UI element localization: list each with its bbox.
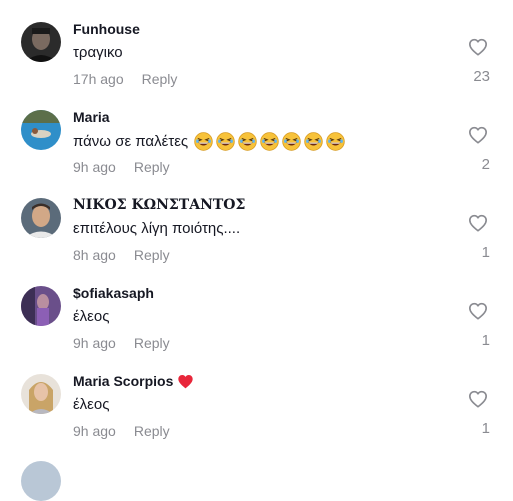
avatar[interactable] [21,110,61,150]
comment-meta: 9h ago Reply [73,335,170,351]
reply-button[interactable]: Reply [134,247,170,263]
comment-username[interactable]: Funhouse [73,21,140,37]
comment-time: 9h ago [73,335,116,351]
comment-text-body: πάνω σε παλέτες [73,133,189,150]
comment-username[interactable]: ΝΙΚΟΣ ΚΩΝΣΤΑΝΤΟΣ [73,197,245,213]
comment-time: 9h ago [73,159,116,175]
comment-meta: 9h ago Reply [73,159,170,175]
reply-button[interactable]: Reply [134,335,170,351]
comment-text: επιτέλους λίγη ποιότης.... [73,220,241,237]
comment-time: 9h ago [73,423,116,439]
comment-item: Maria πάνω σε παλέτες 9h ago Reply 2 [0,109,513,190]
comment-meta: 17h ago Reply [73,71,177,87]
like-button[interactable] [467,390,489,408]
like-count: 1 [481,244,490,261]
heart-outline-icon[interactable] [468,390,488,408]
comment-meta: 9h ago Reply [73,423,170,439]
like-button[interactable] [467,302,489,320]
avatar[interactable] [21,374,61,414]
avatar[interactable] [21,22,61,62]
comment-username[interactable]: $ofiakasaph [73,285,154,301]
heart-outline-icon[interactable] [468,214,488,232]
like-button[interactable] [467,126,489,144]
heart-outline-icon[interactable] [468,38,488,56]
grinning-squinting-face-emoji [260,132,279,151]
grinning-squinting-face-emoji [194,132,213,151]
reply-button[interactable]: Reply [134,423,170,439]
grinning-squinting-face-emoji [282,132,301,151]
comment-username-text: Maria Scorpios [73,373,174,389]
comment-meta: 8h ago Reply [73,247,170,263]
grinning-squinting-face-emoji [216,132,235,151]
comment-username[interactable]: Maria Scorpios [73,373,194,389]
emoji-row [194,132,345,151]
comment-item: ΝΙΚΟΣ ΚΩΝΣΤΑΝΤΟΣ επιτέλους λίγη ποιότης.… [0,197,513,278]
red-heart-icon [178,374,194,388]
reply-button[interactable]: Reply [142,71,178,87]
comment-item: Maria Scorpios έλεος 9h ago Reply 1 [0,373,513,454]
grinning-squinting-face-emoji [304,132,323,151]
comment-text: έλεος [73,308,110,325]
like-count: 1 [481,332,490,349]
reply-button[interactable]: Reply [134,159,170,175]
grinning-squinting-face-emoji [326,132,345,151]
avatar[interactable] [21,286,61,326]
like-count: 2 [481,156,490,173]
like-button[interactable] [467,38,489,56]
like-count: 23 [473,68,490,85]
comment-text: τραγικο [73,44,123,61]
heart-outline-icon[interactable] [468,302,488,320]
comment-time: 8h ago [73,247,116,263]
like-count: 1 [481,420,490,437]
avatar[interactable] [21,461,61,501]
comment-item: Funhouse τραγικο 17h ago Reply 23 [0,21,513,102]
comment-text: πάνω σε παλέτες [73,132,345,151]
comment-time: 17h ago [73,71,124,87]
avatar[interactable] [21,198,61,238]
comment-item: $ofiakasaph έλεος 9h ago Reply 1 [0,285,513,366]
heart-outline-icon[interactable] [468,126,488,144]
comment-username[interactable]: Maria [73,109,110,125]
like-button[interactable] [467,214,489,232]
grinning-squinting-face-emoji [238,132,257,151]
comment-text: έλεος [73,396,110,413]
